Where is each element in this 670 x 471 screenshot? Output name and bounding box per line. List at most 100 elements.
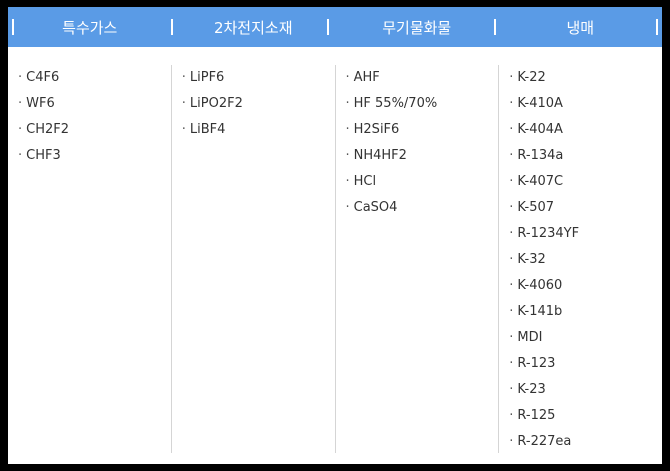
product-item-label: K-141b [517, 304, 563, 319]
bullet-marker: · [509, 200, 514, 215]
product-item[interactable]: · CaSO4 [346, 195, 499, 221]
column-inorganic-compounds: · AHF · HF 55%/70% · H2SiF6 · NH4HF2 · HCl · CaSO4 [334, 65, 499, 453]
product-item[interactable]: · WF6 [18, 91, 171, 117]
product-item[interactable]: · R-227ea [509, 429, 662, 455]
product-item-label: K-32 [517, 252, 546, 267]
bullet-marker: · [509, 330, 514, 345]
product-item-label: H2SiF6 [353, 122, 400, 137]
bullet-marker: · [345, 96, 350, 111]
bullet-marker: · [509, 148, 514, 163]
product-item-label: K-507 [517, 200, 555, 215]
column-secondary-battery-materials: · LiPF6 · LiPO2F2 · LiBF4 [170, 65, 335, 453]
bullet-marker: · [345, 70, 350, 85]
bullet-marker: · [509, 252, 514, 267]
bullet-marker: · [18, 96, 23, 111]
bullet-marker: · [18, 122, 23, 137]
bullet-marker: · [509, 434, 514, 449]
product-item[interactable]: · R-123 [509, 351, 662, 377]
product-item-label: HCl [353, 174, 377, 189]
product-item[interactable]: · K-507 [509, 195, 662, 221]
bullet-marker: · [345, 122, 350, 137]
bullet-marker: · [345, 174, 350, 189]
tab-separator [656, 19, 658, 35]
product-columns: · C4F6 · WF6 · CH2F2 · CHF3 · LiPF6 · LiPO2F2 · LiBF… [8, 65, 662, 453]
bullet-marker: · [18, 148, 23, 163]
column-refrigerants: · K-22 · K-410A · K-404A · R-134a · K-407C · K-507 ·… [498, 65, 662, 453]
product-item-label: R-134a [517, 148, 564, 163]
tab-refrigerants[interactable]: 냉매 [499, 7, 663, 47]
product-item-label: C4F6 [26, 70, 60, 85]
product-item-label: K-23 [517, 382, 546, 397]
tab-separator [171, 19, 173, 35]
product-item-label: R-1234YF [517, 226, 580, 241]
product-item-label: HF 55%/70% [353, 96, 438, 111]
product-item[interactable]: · LiPF6 [182, 65, 335, 91]
product-item[interactable]: · HCl [346, 169, 499, 195]
tab-separator [327, 19, 329, 35]
product-item-label: WF6 [26, 96, 55, 111]
product-item-label: K-407C [517, 174, 564, 189]
product-panel: 특수가스 2차전지소재 무기물화물 냉매 · C4F6 · WF6 · CH2F2 · CHF… [8, 7, 662, 464]
product-item-label: R-123 [517, 356, 556, 371]
product-item[interactable]: · H2SiF6 [346, 117, 499, 143]
product-item[interactable]: · K-410A [509, 91, 662, 117]
product-item-label: NH4HF2 [353, 148, 407, 163]
product-item[interactable]: · K-141b [509, 299, 662, 325]
bullet-marker: · [345, 148, 350, 163]
bullet-marker: · [181, 70, 186, 85]
product-item[interactable]: · HF 55%/70% [346, 91, 499, 117]
product-item[interactable]: · NH4HF2 [346, 143, 499, 169]
bullet-marker: · [181, 96, 186, 111]
bullet-marker: · [509, 70, 514, 85]
bullet-marker: · [509, 96, 514, 111]
tab-separator [12, 19, 14, 35]
tab-secondary-battery-materials[interactable]: 2차전지소재 [172, 7, 336, 47]
product-item[interactable]: · LiPO2F2 [182, 91, 335, 117]
product-item[interactable]: · R-1234YF [509, 221, 662, 247]
bullet-marker: · [509, 382, 514, 397]
product-item-label: CH2F2 [26, 122, 70, 137]
product-item-label: LiPO2F2 [189, 96, 243, 111]
product-item-label: K-404A [517, 122, 563, 137]
product-item[interactable]: · AHF [346, 65, 499, 91]
product-item[interactable]: · K-23 [509, 377, 662, 403]
bullet-marker: · [345, 200, 350, 215]
product-item[interactable]: · LiBF4 [182, 117, 335, 143]
product-item[interactable]: · CHF3 [18, 143, 171, 169]
product-item[interactable]: · K-22 [509, 65, 662, 91]
product-item-label: LiBF4 [189, 122, 226, 137]
product-item-label: LiPF6 [189, 70, 225, 85]
product-item[interactable]: · C4F6 [18, 65, 171, 91]
category-tab-bar: 특수가스 2차전지소재 무기물화물 냉매 [8, 7, 662, 47]
product-item-label: CHF3 [26, 148, 61, 163]
column-special-gas: · C4F6 · WF6 · CH2F2 · CHF3 [8, 65, 171, 453]
bullet-marker: · [181, 122, 186, 137]
product-item-label: CaSO4 [353, 200, 398, 215]
product-item[interactable]: · CH2F2 [18, 117, 171, 143]
product-item-label: R-125 [517, 408, 556, 423]
bullet-marker: · [509, 226, 514, 241]
product-item-label: R-227ea [517, 434, 572, 449]
bullet-marker: · [509, 304, 514, 319]
bullet-marker: · [509, 408, 514, 423]
product-item-label: MDI [517, 330, 543, 345]
product-item[interactable]: · MDI [509, 325, 662, 351]
tab-separator [494, 19, 496, 35]
product-item[interactable]: · K-407C [509, 169, 662, 195]
tab-special-gas[interactable]: 특수가스 [8, 7, 172, 47]
bullet-marker: · [509, 356, 514, 371]
bullet-marker: · [509, 278, 514, 293]
product-item-label: K-22 [517, 70, 546, 85]
product-item-label: K-410A [517, 96, 563, 111]
product-item[interactable]: · R-134a [509, 143, 662, 169]
bullet-marker: · [18, 70, 23, 85]
product-item[interactable]: · K-32 [509, 247, 662, 273]
bullet-marker: · [509, 174, 514, 189]
product-item-label: AHF [353, 70, 380, 85]
product-item[interactable]: · K-404A [509, 117, 662, 143]
product-item[interactable]: · K-4060 [509, 273, 662, 299]
tab-inorganic-compounds[interactable]: 무기물화물 [335, 7, 499, 47]
bullet-marker: · [509, 122, 514, 137]
product-item[interactable]: · R-125 [509, 403, 662, 429]
product-item-label: K-4060 [517, 278, 563, 293]
